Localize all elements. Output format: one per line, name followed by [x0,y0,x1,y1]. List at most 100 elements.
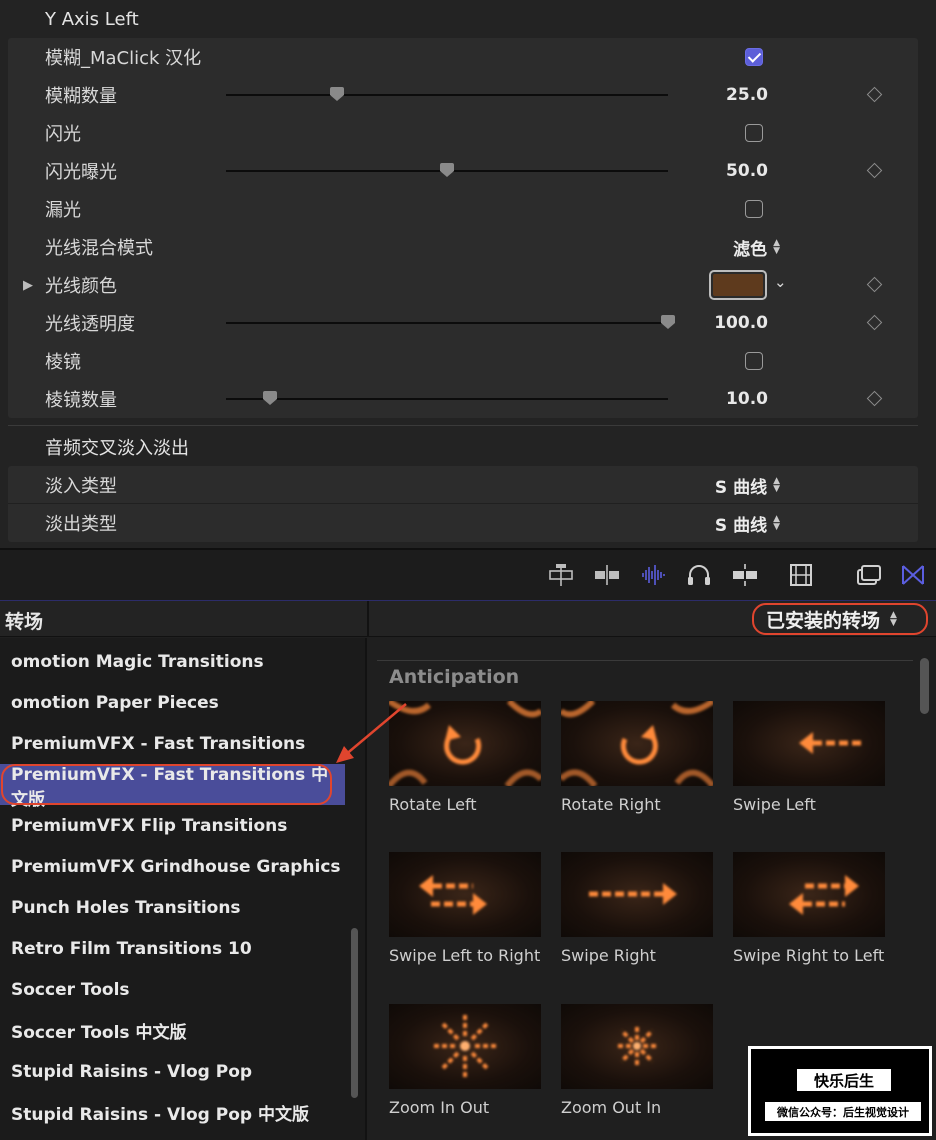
keyframe-diamond-icon[interactable] [866,276,883,293]
sidebar-item[interactable]: Retro Film Transitions 10 [0,928,345,969]
fade-in-type-popup[interactable]: S 曲线 ▲ ▼ [715,473,780,498]
snapping-icon[interactable] [593,562,621,588]
sidebar-item[interactable]: Punch Holes Transitions [0,887,345,928]
param-row: 棱镜数量 10.0 [8,380,918,418]
sidebar-scrollbar[interactable] [351,928,358,1098]
param-row: 光线混合模式 滤色 ▲ ▼ [8,228,918,266]
watermark-title: 快乐后生 [797,1069,891,1091]
param-slider[interactable] [226,94,668,96]
param-label: 光线颜色 [45,276,117,297]
installed-transitions-label: 已安装的转场 [766,609,881,632]
param-row: 光线透明度 100.0 [8,304,918,342]
param-label: 闪光 [45,124,81,145]
slider-thumb[interactable] [440,163,454,177]
divider [367,601,369,637]
transition-tile[interactable]: Swipe Right [561,852,713,966]
transition-label: Rotate Left [389,795,477,814]
param-value[interactable]: 25.0 [726,85,768,105]
sidebar-item[interactable]: PremiumVFX Grindhouse Graphics [0,846,345,887]
keyframe-diamond-icon[interactable] [866,390,883,407]
swipe-left-icon[interactable] [733,701,885,786]
clip-appearance-icon[interactable] [547,562,575,588]
param-label: 闪光曝光 [45,162,117,183]
param-row: 闪光 [8,114,918,152]
sidebar-item[interactable]: PremiumVFX - Fast Transitions [0,723,345,764]
fade-out-label: 淡出类型 [45,514,117,535]
param-row: 闪光曝光 50.0 [8,152,918,190]
sidebar-item[interactable]: Soccer Tools 中文版 [0,1010,345,1051]
param-label: 棱镜数量 [45,390,117,411]
keyframe-diamond-icon[interactable] [866,314,883,331]
transition-label: Swipe Right [561,946,656,965]
param-label: 模糊数量 [45,86,117,107]
sidebar-item[interactable]: Stupid Raisins - Vlog Pop 中文版 [0,1092,345,1133]
chevron-down-icon[interactable]: ⌄ [774,273,787,291]
transition-label: Swipe Right to Left [733,946,885,965]
param-value[interactable]: 50.0 [726,161,768,181]
param-row-fade-in: 淡入类型 S 曲线 ▲ ▼ [8,466,918,504]
transition-label: Zoom In Out [389,1098,490,1117]
swipe-left-to-right-icon[interactable] [389,852,541,937]
param-label: 棱镜 [45,352,81,373]
slider-thumb[interactable] [661,315,675,329]
sidebar-item[interactable]: Stupid Raisins - Vlog Pop [0,1051,345,1092]
transition-tile[interactable]: Swipe Right to Left [733,852,885,966]
param-checkbox[interactable] [745,200,763,218]
param-value[interactable]: 10.0 [726,389,768,409]
fade-out-type-popup[interactable]: S 曲线 ▲ ▼ [715,511,780,536]
sidebar-item[interactable]: Soccer Tools [0,969,345,1010]
param-row: ▶ 光线颜色 ⌄ [8,266,918,304]
filmstrip-icon[interactable] [787,562,815,588]
updown-chevron-icon: ▲ ▼ [890,610,897,628]
transition-tile[interactable]: Rotate Right [561,701,713,815]
sidebar-item[interactable]: PremiumVFX Flip Transitions [0,805,345,846]
updown-chevron-icon: ▲ ▼ [773,514,780,532]
sidebar-item[interactable]: omotion Magic Transitions [0,641,345,682]
headphones-icon[interactable] [685,562,713,588]
disclosure-triangle-icon[interactable]: ▶ [23,278,33,293]
zoom-in-out-icon[interactable] [389,1004,541,1089]
transition-tile[interactable]: Swipe Left to Right [389,852,541,966]
grid-scrollbar[interactable] [920,658,929,714]
param-label: 光线混合模式 [45,238,153,259]
audio-params-group: 淡入类型 S 曲线 ▲ ▼ 淡出类型 S 曲线 ▲ ▼ [8,466,918,542]
transitions-icon[interactable] [899,562,927,588]
param-checkbox[interactable] [745,48,763,66]
annotation-arrow-icon [336,703,407,763]
divider [377,660,913,661]
slider-thumb[interactable] [263,391,278,405]
swipe-right-icon[interactable] [561,852,713,937]
inspector-panel: Y Axis Left 模糊_MaClick 汉化 模糊数量 25.0 闪光 闪光曝光 5… [0,0,936,548]
param-checkbox[interactable] [745,124,763,142]
swipe-right-to-left-icon[interactable] [733,852,885,937]
rotate-right-icon[interactable] [561,701,713,786]
skimming-icon[interactable] [731,562,759,588]
transition-tile[interactable]: Zoom In Out [389,1004,541,1118]
keyframe-diamond-icon[interactable] [866,162,883,179]
transition-label: Zoom Out In [561,1098,662,1117]
panel-title: 转场 [5,611,44,633]
blend-mode-popup[interactable]: 滤色 ▲ ▼ [733,235,780,260]
transition-tile[interactable]: Swipe Left [733,701,885,815]
audio-waveform-icon[interactable] [640,562,668,588]
param-label: 光线透明度 [45,314,135,335]
zoom-out-in-icon[interactable] [561,1004,713,1089]
fade-in-label: 淡入类型 [45,476,117,497]
transition-label: Swipe Left to Right [389,946,541,965]
transition-tile[interactable]: Zoom Out In [561,1004,713,1118]
param-slider[interactable] [226,322,668,324]
installed-transitions-popup[interactable]: 已安装的转场 ▲ ▼ [752,603,928,635]
watermark-subtitle: 微信公众号：后生视觉设计 [765,1102,921,1121]
keyframe-diamond-icon[interactable] [866,86,883,103]
sidebar-item[interactable]: omotion Paper Pieces [0,682,345,723]
slider-thumb[interactable] [329,87,344,101]
param-value[interactable]: 100.0 [714,313,768,333]
sidebar-item[interactable]: PremiumVFX - Fast Transitions 中文版 [0,764,345,810]
section-title-y-axis-left: Y Axis Left [45,8,139,30]
color-well[interactable] [709,270,767,300]
param-slider[interactable] [226,398,668,400]
watermark-logo: 快乐后生 微信公众号：后生视觉设计 [748,1046,932,1136]
param-checkbox[interactable] [745,352,763,370]
window-layout-icon[interactable] [855,562,883,588]
transition-label: Swipe Left [733,795,816,814]
